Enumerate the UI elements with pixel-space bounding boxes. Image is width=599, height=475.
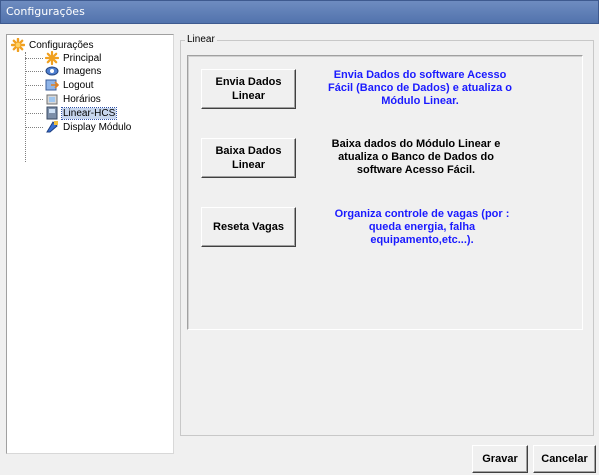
reseta-vagas-description: Organiza controle de vagas (por : queda …: [334, 208, 510, 246]
tree-connector: [25, 85, 43, 86]
envia-dados-button[interactable]: Envia Dados Linear: [201, 69, 296, 109]
tree-root-label: Configurações: [29, 39, 94, 51]
tree-item-logout[interactable]: Logout: [45, 78, 95, 92]
save-button[interactable]: Gravar: [472, 445, 528, 473]
reseta-vagas-button[interactable]: Reseta Vagas: [201, 207, 296, 247]
title-bar: Configurações: [0, 0, 599, 24]
tree-item-display-modulo[interactable]: Display Módulo: [45, 120, 132, 134]
star-icon: [44, 50, 60, 66]
tree-item-label: Display Módulo: [63, 121, 132, 133]
tree-connector: [25, 58, 43, 59]
device-icon: [45, 106, 59, 120]
tree-connector: [25, 52, 26, 162]
tree-connector: [25, 99, 43, 100]
logout-icon: [45, 78, 60, 92]
tree-item-label: Imagens: [63, 65, 102, 77]
tree-item-horarios[interactable]: Horários: [45, 92, 102, 106]
envia-dados-description: Envia Dados do software Acesso Fácil (Ba…: [328, 69, 512, 107]
baixa-dados-description: Baixa dados do Módulo Linear e atualiza …: [331, 138, 501, 176]
tree-item-imagens[interactable]: Imagens: [45, 64, 102, 78]
tree-item-label: Principal: [63, 52, 102, 64]
clock-icon: [45, 92, 59, 106]
tree-item-label: Linear-HCS: [60, 106, 118, 120]
baixa-dados-button[interactable]: Baixa Dados Linear: [201, 138, 296, 178]
settings-tree[interactable]: Configurações Principal Imagens Logout H…: [6, 34, 174, 454]
group-title: Linear: [185, 34, 217, 45]
window-title: Configurações: [6, 5, 85, 18]
tree-connector: [25, 71, 43, 72]
tree-root-item[interactable]: Configurações: [10, 37, 94, 53]
tree-item-linear-hcs[interactable]: Linear-HCS: [45, 106, 118, 120]
image-icon: [45, 64, 59, 78]
tree-connector: [25, 127, 43, 128]
display-icon: [45, 120, 59, 134]
tree-connector: [25, 113, 43, 114]
cancel-button[interactable]: Cancelar: [533, 445, 596, 473]
tree-item-label: Horários: [63, 93, 101, 105]
tree-item-principal[interactable]: Principal: [44, 50, 102, 66]
tree-item-label: Logout: [63, 79, 94, 91]
gear-star-icon: [10, 37, 26, 53]
